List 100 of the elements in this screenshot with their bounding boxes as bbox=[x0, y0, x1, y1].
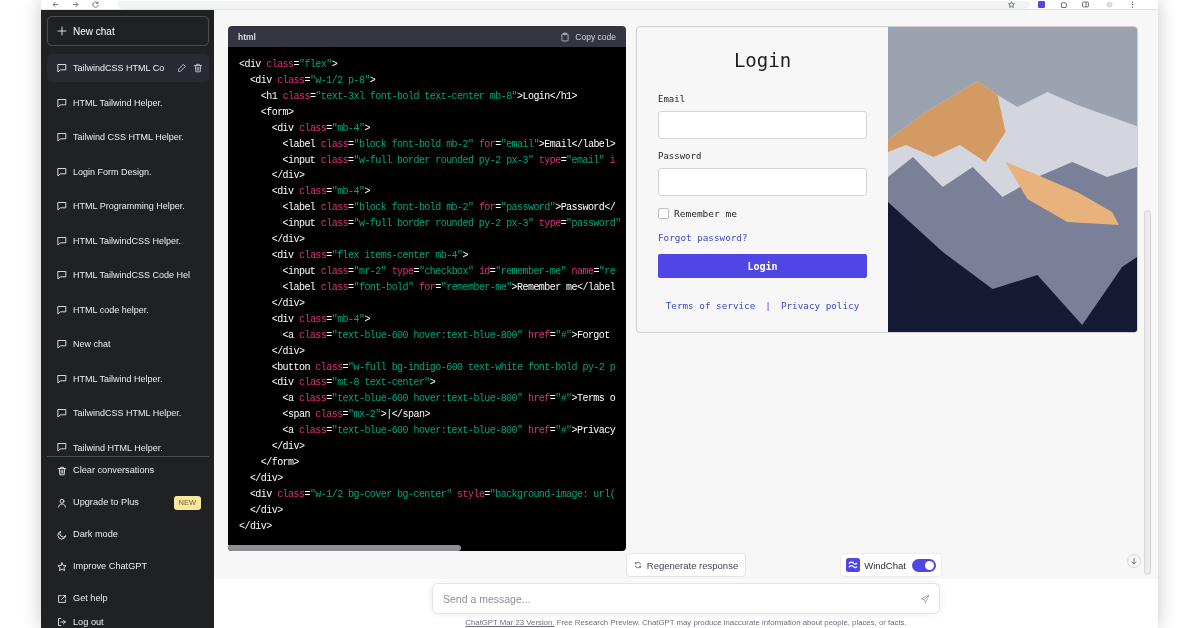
link-separator: | bbox=[765, 299, 771, 312]
moon-icon bbox=[57, 529, 67, 540]
menu-item[interactable]: Clear conversations bbox=[47, 456, 209, 485]
footer-link[interactable]: Terms of service bbox=[665, 299, 756, 312]
code-line: <input class="mr-2" type="checkbox" id="remember-me" name="re bbox=[281, 266, 616, 277]
input-field[interactable] bbox=[658, 111, 867, 139]
pencil-icon[interactable] bbox=[177, 63, 187, 73]
code-line: <label class="font-bold" for="remember-me">Remember me</label bbox=[281, 281, 616, 293]
checkbox-label: Remember me bbox=[674, 207, 737, 220]
star-icon bbox=[57, 561, 67, 572]
conversation-item[interactable]: HTML Tailwind Helper. bbox=[47, 88, 209, 117]
code-line: <a class="text-blue-600 hover:text-blue-800" href="#">Privacy bbox=[281, 425, 616, 437]
code-line: <input class="w-full border rounded py-2 px-3" type="password" bbox=[281, 218, 621, 230]
input-field[interactable] bbox=[658, 168, 867, 196]
chat-bubble-icon bbox=[57, 235, 67, 246]
conversation-item[interactable]: New chat bbox=[47, 330, 209, 358]
forward-arrow-icon[interactable] bbox=[72, 1, 79, 8]
forgot-password-link[interactable]: Forgot password? bbox=[658, 231, 748, 244]
code-line: <div class="mb-4"> bbox=[270, 313, 370, 325]
conversation-item[interactable]: HTML Tailwind Helper. bbox=[47, 364, 209, 393]
conversation-item[interactable]: Login Form Design. bbox=[47, 157, 209, 186]
footer-link[interactable]: Privacy policy bbox=[780, 299, 860, 312]
menu-item[interactable]: Improve ChatGPT bbox=[47, 552, 209, 581]
code-line: </div> bbox=[248, 504, 283, 516]
checkbox[interactable] bbox=[658, 208, 669, 219]
code-line: <button class="w-full bg-indigo-600 text-white font-bold py-2 p bbox=[270, 361, 616, 373]
code-line: </div> bbox=[248, 472, 283, 484]
code-line: <input class="w-full border rounded py-2 px-3" type="email" i bbox=[281, 154, 616, 166]
code-line: </div> bbox=[270, 345, 305, 357]
chat-bubble-icon bbox=[57, 441, 67, 452]
field-label: Password bbox=[658, 150, 702, 163]
menu-item[interactable]: Log out bbox=[47, 616, 209, 628]
conversation-item[interactable]: HTML TailwindCSS Code Hel bbox=[47, 261, 209, 289]
code-line: <h1 class="text-3xl font-bold text-center mb-8">Login</h1> bbox=[259, 90, 577, 102]
clipboard-icon bbox=[561, 31, 570, 42]
toggle-switch[interactable] bbox=[911, 558, 936, 572]
scrollbar-thumb[interactable] bbox=[228, 545, 461, 551]
code-line: <label class="block font-bold mb-2" for="email">Email</label> bbox=[281, 138, 616, 150]
chat-bubble-icon bbox=[57, 166, 67, 177]
panel-icon[interactable] bbox=[1082, 1, 1089, 8]
chat-bubble-icon bbox=[57, 201, 67, 211]
conversation-item[interactable]: TailwindCSS HTML Helper. bbox=[47, 399, 209, 427]
conversation-item[interactable]: HTML Programming Helper. bbox=[47, 192, 209, 220]
regenerate-button[interactable]: Regenerate response bbox=[625, 553, 747, 577]
copy-code-button[interactable]: Copy code bbox=[561, 31, 616, 42]
windchat-label: WindChat bbox=[864, 559, 906, 571]
conversation-item[interactable]: Tailwind CSS HTML Helper. bbox=[47, 123, 209, 151]
chat-bubble-icon bbox=[57, 339, 67, 349]
code-line: <div class="w-1/2 p-8"> bbox=[248, 74, 376, 86]
code-line: </div> bbox=[270, 170, 305, 182]
field-label: Email bbox=[658, 93, 686, 106]
login-button[interactable]: Login bbox=[658, 254, 867, 278]
language-label: html bbox=[238, 31, 256, 42]
message-field[interactable]: Send a message... bbox=[432, 583, 940, 614]
new-chat-button[interactable]: New chat bbox=[47, 16, 209, 46]
user-icon bbox=[57, 497, 67, 508]
windchat-logo-icon bbox=[846, 558, 861, 572]
menu-item[interactable]: Get help bbox=[47, 584, 209, 613]
reload-icon[interactable] bbox=[92, 1, 99, 8]
scroll-down-button[interactable] bbox=[1127, 554, 1141, 568]
send-icon[interactable] bbox=[920, 593, 930, 604]
conversation-item[interactable]: HTML TailwindCSS Helper. bbox=[47, 226, 209, 255]
extension-icon[interactable] bbox=[1038, 1, 1045, 8]
menu-icon[interactable] bbox=[1131, 1, 1134, 8]
chat-bubble-icon bbox=[57, 97, 67, 108]
refresh-icon bbox=[633, 561, 642, 569]
back-arrow-icon[interactable] bbox=[52, 1, 59, 8]
arrow-down-icon bbox=[1130, 557, 1138, 565]
code-line: <div class="mt-8 text-center"> bbox=[270, 377, 436, 389]
external-link-icon bbox=[57, 593, 67, 604]
code-line: </div> bbox=[239, 520, 272, 532]
code-line: <a class="text-blue-600 hover:text-blue-800" href="#">Terms o bbox=[281, 393, 616, 405]
chat-bubble-icon bbox=[57, 304, 67, 315]
chat-bubble-icon bbox=[57, 63, 67, 73]
vertical-scrollbar-thumb[interactable] bbox=[1144, 210, 1151, 575]
star-icon[interactable] bbox=[1008, 1, 1015, 8]
chat-bubble-icon bbox=[57, 373, 67, 384]
code-line: <label class="block font-bold mb-2" for="password">Password</ bbox=[281, 202, 616, 214]
trash-icon bbox=[57, 465, 67, 476]
conversation-item[interactable]: HTML code helper. bbox=[47, 295, 209, 324]
code-line: </div> bbox=[270, 441, 305, 453]
code-line: </div> bbox=[270, 234, 305, 246]
logout-icon bbox=[57, 616, 67, 627]
conversation-item[interactable]: Tailwind HTML Helper. bbox=[47, 433, 209, 456]
code-line: </form> bbox=[259, 457, 299, 469]
login-heading: Login bbox=[733, 48, 792, 73]
code-line: <div class="w-1/2 bg-cover bg-center" style="background-image: url( bbox=[248, 488, 616, 500]
code-line: <div class="mb-4"> bbox=[270, 122, 370, 134]
conversation-item[interactable]: TailwindCSS HTML Co bbox=[47, 54, 209, 82]
code-line: <a class="text-blue-600 hover:text-blue-800" href="#">Forgot bbox=[281, 329, 610, 341]
menu-item[interactable]: Dark mode bbox=[47, 520, 209, 549]
code-line: <form> bbox=[259, 106, 294, 118]
code-line: <div class="flex items-center mb-4"> bbox=[270, 250, 468, 262]
code-line: </div> bbox=[270, 297, 305, 309]
plus-icon bbox=[57, 26, 67, 36]
trash-icon[interactable] bbox=[193, 63, 203, 73]
code-line: <span class="mx-2">|</span> bbox=[281, 409, 430, 421]
code-line: <div class="mb-4"> bbox=[270, 186, 370, 198]
chat-bubble-icon bbox=[57, 408, 67, 418]
puzzle-icon[interactable] bbox=[1061, 1, 1068, 8]
